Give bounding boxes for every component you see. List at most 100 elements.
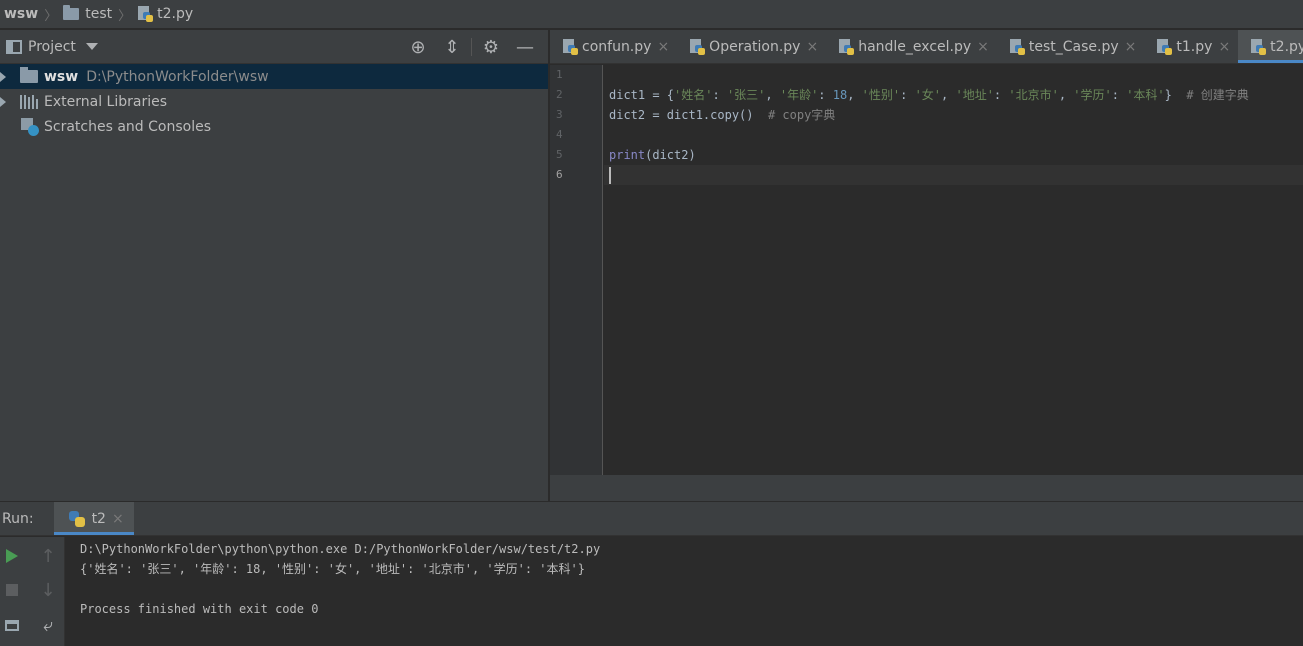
breadcrumb-file[interactable]: t2.py xyxy=(137,6,193,22)
tab-operation[interactable]: Operation.py × xyxy=(677,30,826,63)
line-number: 1 xyxy=(556,68,563,81)
code-string: '本科' xyxy=(1126,88,1165,102)
code-comment: # copy字典 xyxy=(767,108,836,122)
code-line-4[interactable] xyxy=(604,125,1303,145)
soft-wrap-icon: ⤶ xyxy=(42,614,54,636)
console-line: {'姓名': '张三', '年龄': 18, '性别': '女', '地址': … xyxy=(80,562,585,576)
editor-breadcrumb-bar xyxy=(550,475,1303,501)
layout-button[interactable] xyxy=(0,613,24,637)
editor-tab-bar: confun.py × Operation.py × handle_excel.… xyxy=(550,30,1303,64)
code-string: '性别' xyxy=(861,88,901,102)
code-token: , xyxy=(941,88,956,102)
python-file-icon xyxy=(137,6,154,22)
tab-t2[interactable]: t2.py xyxy=(1238,30,1303,63)
expand-arrow-icon[interactable] xyxy=(0,96,6,107)
code-line-6[interactable] xyxy=(604,165,1303,185)
close-icon[interactable]: × xyxy=(806,39,818,55)
tree-item-label: External Libraries xyxy=(44,93,167,110)
tab-label: Operation.py xyxy=(709,38,801,55)
code-string: '学历' xyxy=(1073,88,1112,102)
line-number: 3 xyxy=(556,108,563,121)
console-output[interactable]: D:\PythonWorkFolder\python\python.exe D:… xyxy=(65,537,1303,646)
code-area[interactable]: dict1 = {'姓名': '张三', '年龄': 18, '性别': '女'… xyxy=(604,65,1303,475)
tab-label: confun.py xyxy=(582,38,652,55)
tab-test-case[interactable]: test_Case.py × xyxy=(997,30,1145,63)
close-icon[interactable]: × xyxy=(657,39,669,55)
tab-handle-excel[interactable]: handle_excel.py × xyxy=(826,30,997,63)
code-token: , xyxy=(1058,88,1074,102)
code-token: : xyxy=(993,88,1009,102)
breadcrumb-root[interactable]: wsw xyxy=(4,6,38,22)
tree-item-wsw[interactable]: wsw D:\PythonWorkFolder\wsw xyxy=(0,64,548,89)
scroll-up-button[interactable]: ↑ xyxy=(36,544,60,568)
folder-icon xyxy=(63,5,80,20)
code-line-2[interactable]: dict1 = {'姓名': '张三', '年龄': 18, '性别': '女'… xyxy=(604,85,1303,105)
run-label: Run: xyxy=(2,510,34,527)
code-string: '姓名' xyxy=(674,88,713,102)
line-number: 4 xyxy=(556,128,563,141)
gear-icon[interactable]: ⚙ xyxy=(474,30,508,64)
chevron-down-icon[interactable] xyxy=(85,43,98,50)
hide-icon[interactable]: — xyxy=(508,30,542,64)
close-icon[interactable]: × xyxy=(1218,39,1230,55)
breadcrumb-separator-icon: 〉 xyxy=(118,8,132,24)
library-icon xyxy=(20,94,38,109)
tree-item-scratches[interactable]: Scratches and Consoles xyxy=(0,114,548,139)
layout-icon xyxy=(5,619,19,631)
code-comment: # 创建字典 xyxy=(1186,88,1249,102)
stop-button[interactable] xyxy=(0,578,24,602)
project-panel-icon xyxy=(6,39,22,54)
run-panel: Run: t2 × ↑ ↓ ⤶ D:\PythonWorkFolder\pyth… xyxy=(0,502,1303,646)
breadcrumb-folder[interactable]: test xyxy=(63,5,112,22)
run-tab-t2[interactable]: t2 × xyxy=(53,502,134,535)
breadcrumb-separator-icon: 〉 xyxy=(44,8,58,24)
project-panel: Project ⊕ ⇕ ⚙ — wsw D:\PythonWorkFolder\… xyxy=(0,30,549,501)
folder-icon xyxy=(20,67,38,83)
locate-icon[interactable]: ⊕ xyxy=(401,30,435,64)
code-line-3[interactable]: dict2 = dict1.copy() # copy字典 xyxy=(604,105,1303,125)
tab-t1[interactable]: t1.py × xyxy=(1144,30,1238,63)
tree-item-label: wsw xyxy=(44,68,79,85)
code-token: (dict2) xyxy=(645,148,696,162)
project-view-selector[interactable]: Project xyxy=(28,39,76,55)
tab-label: test_Case.py xyxy=(1028,38,1119,55)
line-number: 6 xyxy=(556,168,563,181)
scroll-down-button[interactable]: ↓ xyxy=(36,578,60,602)
code-token: , xyxy=(847,88,862,102)
python-file-icon xyxy=(1156,38,1173,55)
line-number: 2 xyxy=(556,88,563,101)
python-file-icon xyxy=(838,38,855,55)
code-line-1[interactable] xyxy=(604,65,1303,85)
close-icon[interactable]: × xyxy=(112,511,124,527)
code-number: 18 xyxy=(832,88,848,102)
toolbar-divider xyxy=(471,38,472,56)
play-icon xyxy=(6,549,18,563)
code-string: '张三' xyxy=(726,88,766,102)
line-number: 5 xyxy=(556,148,563,161)
soft-wrap-button[interactable]: ⤶ xyxy=(36,613,60,637)
expand-arrow-icon[interactable] xyxy=(0,71,6,82)
run-tab-label: t2 xyxy=(91,510,106,527)
code-editor[interactable]: 1 2 3 4 5 6 dict1 = {'姓名': '张三', '年龄': 1… xyxy=(550,65,1303,501)
code-token: dict1 = { xyxy=(609,88,675,102)
collapse-all-icon[interactable]: ⇕ xyxy=(435,30,469,64)
code-token: : xyxy=(1111,88,1127,102)
code-line-5[interactable]: print(dict2) xyxy=(604,145,1303,165)
python-file-icon xyxy=(562,38,578,55)
project-header: Project ⊕ ⇕ ⚙ — xyxy=(0,30,548,64)
project-tree: wsw D:\PythonWorkFolder\wsw External Lib… xyxy=(0,64,548,139)
close-icon[interactable]: × xyxy=(977,39,989,55)
tab-label: handle_excel.py xyxy=(858,38,972,55)
code-token: dict2 = dict1.copy() xyxy=(609,108,768,122)
code-string: '北京市' xyxy=(1008,88,1059,102)
tab-confun[interactable]: confun.py × xyxy=(550,30,677,63)
line-number-gutter: 1 2 3 4 5 6 xyxy=(550,65,603,475)
code-token: : xyxy=(900,88,915,102)
arrow-up-icon: ↑ xyxy=(40,545,56,567)
code-token: , xyxy=(765,88,780,102)
tab-label: t2.py xyxy=(1270,38,1303,55)
rerun-button[interactable] xyxy=(0,544,24,568)
tree-item-external-libraries[interactable]: External Libraries xyxy=(0,89,548,114)
close-icon[interactable]: × xyxy=(1125,39,1137,55)
